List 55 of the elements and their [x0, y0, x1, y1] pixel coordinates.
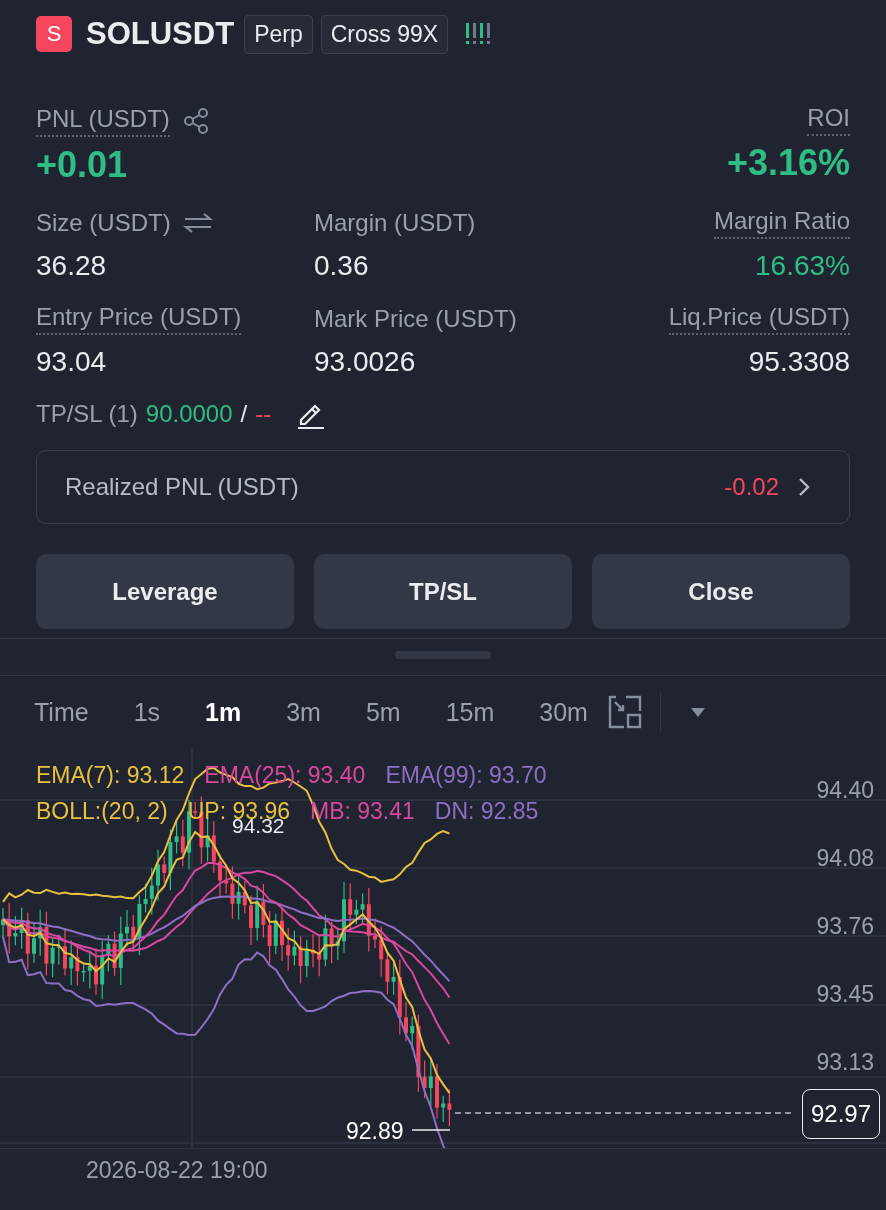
stat-value: 93.04	[36, 346, 108, 378]
coin-logo: S	[36, 16, 72, 52]
stat-value: 93.0026	[314, 346, 417, 378]
stat-label: Size (USDT)	[36, 209, 171, 237]
price-axis-label: 94.08	[816, 845, 874, 872]
take-profit-value: 90.0000	[145, 400, 233, 428]
stat-label: Margin Ratio	[713, 207, 850, 239]
timeframe-tab[interactable]: 1m	[205, 697, 242, 727]
indicator-value: EMA(7): 93.12	[36, 762, 185, 789]
timeframe-tab[interactable]: 3m	[286, 697, 321, 727]
stat-value: 0.36	[314, 250, 370, 282]
stat-value: 95.3308	[748, 346, 850, 378]
action-button[interactable]: TP/SL	[314, 554, 572, 629]
roi-label: ROI	[807, 104, 850, 136]
price-axis-label: 93.45	[816, 981, 874, 1008]
indicator-value: EMA(99): 93.70	[385, 762, 547, 789]
price-axis-label: 93.13	[816, 1049, 874, 1076]
stat-label: Liq.Price (USDT)	[668, 303, 850, 335]
leader-line	[411, 1129, 451, 1131]
resize-icon[interactable]	[607, 695, 642, 729]
last-price-tag: 92.97	[801, 1089, 880, 1139]
swap-icon[interactable]	[182, 211, 213, 235]
price-axis-label: 93.76	[816, 913, 874, 940]
tpsl-label: TP/SL (1)	[36, 400, 138, 428]
timeframe-tab[interactable]: 5m	[365, 697, 401, 727]
low-price-marker: 92.89	[346, 1118, 404, 1145]
stop-loss-value: --	[255, 400, 272, 428]
stat-label: Margin (USDT)	[314, 209, 476, 237]
tag: Perp	[244, 14, 313, 54]
timeframe-tab[interactable]: 1s	[133, 697, 161, 727]
realized-pnl-value: -0.02	[724, 473, 779, 501]
pnl-value: +0.01	[36, 144, 129, 186]
indicator-value: DN: 92.85	[434, 798, 539, 825]
chevron-right-icon	[797, 476, 811, 498]
stat-value: 36.28	[36, 250, 108, 282]
timeframe-tab[interactable]: 15m	[445, 697, 495, 727]
realized-pnl-label: Realized PNL (USDT)	[65, 473, 300, 501]
separator: /	[240, 400, 248, 428]
indicator-value: BOLL:(20, 2)	[36, 798, 168, 825]
stat-label: Entry Price (USDT)	[36, 303, 242, 335]
tag: Cross 99X	[320, 14, 449, 54]
timeframe-tab[interactable]: Time	[34, 697, 89, 727]
roi-value: +3.16%	[726, 142, 850, 184]
share-icon[interactable]	[181, 107, 210, 135]
action-button[interactable]: Close	[592, 554, 850, 629]
pnl-label: PNL (USDT)	[36, 105, 170, 137]
time-axis-label: 2026-08-22 19:00	[86, 1157, 268, 1183]
timeframe-tab[interactable]: 30m	[539, 697, 588, 727]
symbol-title: SOLUSDT	[86, 16, 235, 52]
realized-pnl-row[interactable]: Realized PNL (USDT) -0.02	[36, 450, 850, 524]
price-axis-label: 94.40	[816, 777, 874, 804]
stat-value: 16.63%	[755, 250, 850, 282]
stat-label: Mark Price (USDT)	[314, 305, 517, 333]
dropdown-caret-icon[interactable]	[689, 706, 708, 718]
action-button[interactable]: Leverage	[36, 554, 294, 629]
